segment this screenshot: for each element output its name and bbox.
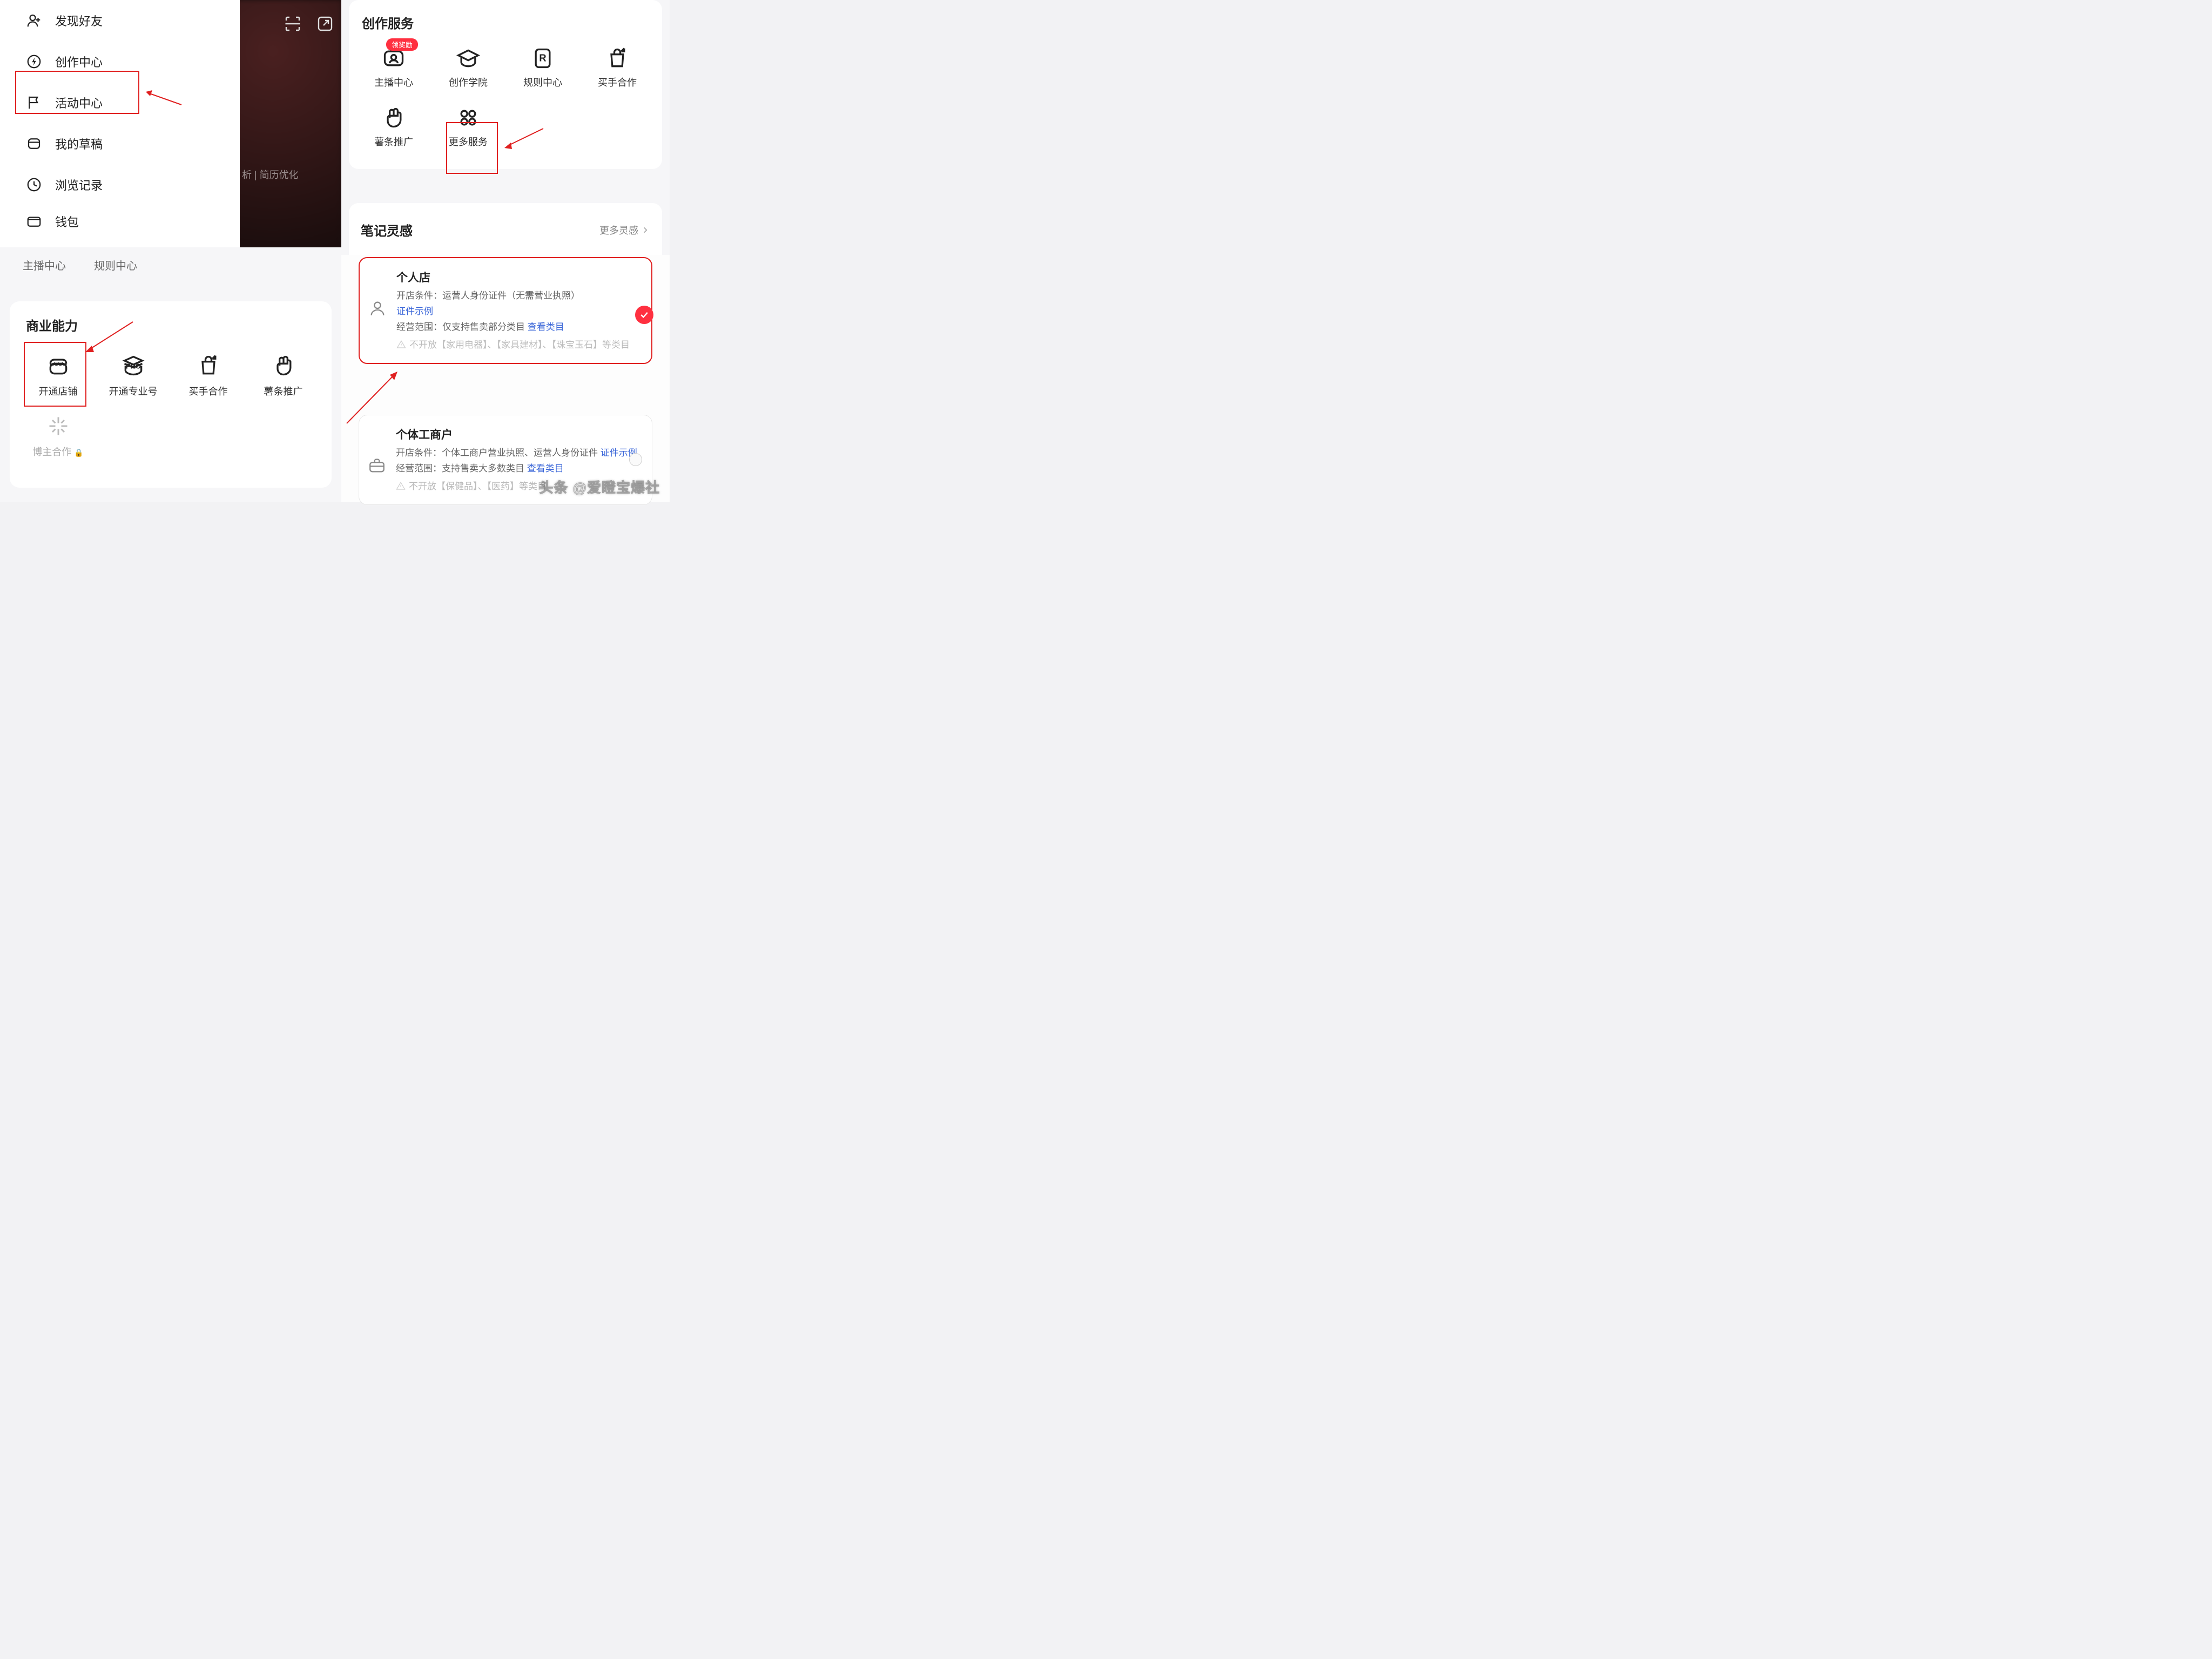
cell-label: 更多服务	[449, 134, 488, 149]
flag-icon	[26, 95, 42, 111]
chip-broadcast[interactable]: 主播中心	[23, 257, 66, 273]
reward-badge: 领奖励	[386, 38, 418, 51]
cell-academy[interactable]: 创作学院	[431, 41, 505, 100]
warning-icon	[396, 340, 406, 349]
person-icon	[368, 299, 387, 318]
rules-icon: R	[530, 46, 555, 71]
menu-label: 我的草稿	[55, 135, 103, 152]
cell-buyer-coop[interactable]: 买手合作	[580, 41, 655, 100]
svg-text:R: R	[539, 52, 546, 64]
section-title: 笔记灵感	[361, 220, 413, 239]
pro-icon: PRO	[120, 353, 146, 379]
store-type-title: 个体工商户	[396, 426, 640, 442]
menu-item-discover[interactable]: 发现好友	[0, 0, 240, 41]
lock-icon: 🔒	[74, 448, 83, 457]
graduation-icon	[456, 46, 481, 71]
cell-more-services[interactable]: 更多服务	[431, 100, 505, 159]
history-icon	[26, 177, 42, 193]
category-link[interactable]: 查看类目	[527, 463, 564, 474]
chip-row: 主播中心 规则中心	[23, 257, 137, 273]
cell-label: 开通店铺	[39, 384, 78, 398]
draft-icon	[26, 136, 42, 152]
category-link[interactable]: 查看类目	[528, 322, 564, 332]
more-link[interactable]: 更多灵感	[599, 223, 650, 237]
cell-label: 薯条推广	[374, 134, 413, 149]
section-title: 商业能力	[26, 315, 321, 334]
bag-up-icon	[605, 46, 630, 71]
cell-label: 开通专业号	[109, 384, 158, 398]
condition-line: 开店条件：运营人身份证件（无需营业执照）	[396, 288, 639, 304]
cell-open-pro[interactable]: PRO 开通专业号	[96, 348, 171, 409]
cell-buyer-coop[interactable]: 买手合作	[171, 348, 246, 409]
cell-blogger-coop: 博主合作 🔒	[21, 409, 96, 469]
bolt-icon	[26, 53, 42, 70]
cell-open-store[interactable]: 开通店铺	[21, 348, 96, 409]
menu-label: 活动中心	[55, 94, 103, 111]
store-type-personal[interactable]: 个人店 开店条件：运营人身份证件（无需营业执照） 证件示例 经营范围：仅支持售卖…	[359, 257, 652, 364]
menu-item-creation-center[interactable]: 创作中心	[0, 41, 240, 82]
sparkle-icon	[45, 413, 71, 439]
section-title: 创作服务	[362, 13, 655, 32]
panel-profile-menu: 发现好友 创作中心 活动中心 我的草稿	[0, 0, 341, 255]
fist-icon	[381, 105, 406, 130]
watermark-text: 头条 @爱瞪宝爆社	[539, 477, 660, 497]
cell-label: 主播中心	[374, 75, 413, 89]
cell-label: 创作学院	[449, 75, 488, 89]
services-card: 创作服务 领奖励 主播中心 创作学院	[349, 0, 662, 169]
condition-line: 开店条件：个体工商户营业执照、运营人身份证件 证件示例	[396, 446, 640, 461]
menu-sheet: 发现好友 创作中心 活动中心 我的草稿	[0, 0, 240, 255]
chevron-right-icon	[640, 225, 650, 235]
storefront-icon	[45, 353, 71, 379]
warning-icon	[396, 481, 406, 491]
scope-line: 经营范围：仅支持售卖部分类目 查看类目	[396, 320, 639, 335]
briefcase-icon	[368, 456, 386, 475]
sample-link[interactable]: 证件示例	[396, 306, 433, 316]
fist-icon	[271, 353, 296, 379]
cell-broadcast-center[interactable]: 领奖励 主播中心	[356, 41, 431, 100]
cell-rules[interactable]: R 规则中心	[505, 41, 580, 100]
menu-item-activity[interactable]: 活动中心	[0, 82, 240, 123]
menu-item-wallet[interactable]: 钱包	[0, 205, 240, 242]
cell-fries-promo[interactable]: 薯条推广	[356, 100, 431, 159]
cell-label: 博主合作 🔒	[32, 444, 83, 458]
person-add-icon	[26, 12, 42, 29]
svg-text:PRO: PRO	[126, 362, 141, 370]
wallet-icon	[26, 213, 42, 230]
panel-store-types: 个人店 开店条件：运营人身份证件（无需营业执照） 证件示例 经营范围：仅支持售卖…	[341, 255, 670, 502]
cell-label: 规则中心	[523, 75, 562, 89]
radio-unselected[interactable]	[629, 453, 642, 466]
menu-label: 发现好友	[55, 12, 103, 29]
menu-label: 浏览记录	[55, 176, 103, 193]
restricted-line: 不开放【家用电器】、【家具建材】、【珠宝玉石】等类目	[396, 338, 639, 353]
store-type-title: 个人店	[396, 269, 639, 285]
panel-business-ability: 主播中心 规则中心 商业能力 开通店铺 PRO	[0, 247, 341, 502]
menu-label: 钱包	[55, 213, 79, 230]
cell-label: 买手合作	[189, 384, 228, 398]
more-grid-icon	[456, 105, 481, 130]
cell-label: 买手合作	[598, 75, 637, 89]
menu-item-drafts[interactable]: 我的草稿	[0, 123, 240, 164]
cell-label: 薯条推广	[264, 384, 303, 398]
menu-item-history[interactable]: 浏览记录	[0, 164, 240, 205]
scope-line: 经营范围：支持售卖大多数类目 查看类目	[396, 461, 640, 477]
share-icon[interactable]	[315, 14, 335, 33]
chip-rules[interactable]: 规则中心	[94, 257, 137, 273]
bag-up-icon	[195, 353, 221, 379]
menu-label: 创作中心	[55, 53, 103, 70]
scan-icon[interactable]	[283, 14, 302, 33]
cell-fries-promo[interactable]: 薯条推广	[246, 348, 321, 409]
selected-check-icon	[635, 306, 653, 324]
panel-creation-services: 创作服务 领奖励 主播中心 创作学院	[341, 0, 670, 255]
business-card: 商业能力 开通店铺 PRO 开通专业号	[10, 301, 332, 488]
background-text: 析 | 简历优化	[242, 167, 299, 181]
